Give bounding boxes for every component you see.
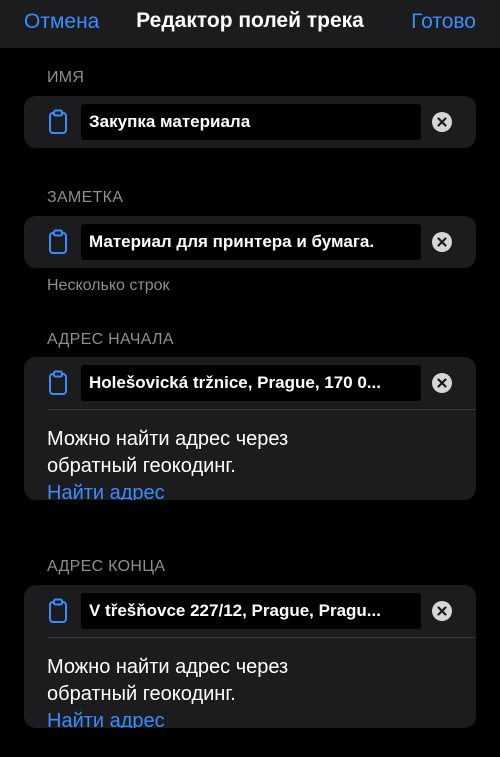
clear-icon[interactable] xyxy=(432,373,452,393)
name-card: Закупка материала xyxy=(24,96,476,148)
end-address-section-header: АДРЕС КОНЦА xyxy=(47,558,166,575)
name-field[interactable]: Закупка материала xyxy=(81,104,421,140)
start-address-section-header: АДРЕС НАЧАЛА xyxy=(47,331,174,348)
start-address-helper: Можно найти адрес через обратный геокоди… xyxy=(24,410,476,500)
clear-icon[interactable] xyxy=(432,232,452,252)
note-card: Материал для принтера и бумага. xyxy=(24,216,476,268)
clipboard-icon[interactable] xyxy=(48,109,68,135)
note-section-header: ЗАМЕТКА xyxy=(47,189,124,206)
clear-icon[interactable] xyxy=(432,112,452,132)
reverse-geocoding-hint: Можно найти адрес через обратный геокоди… xyxy=(47,428,289,477)
name-row: Закупка материала xyxy=(24,96,476,148)
clipboard-icon[interactable] xyxy=(48,598,68,624)
note-row: Материал для принтера и бумага. xyxy=(24,216,476,268)
find-address-link[interactable]: Найти адрес xyxy=(47,480,165,500)
end-address-field[interactable]: V třešňovce 227/12, Prague, Pragu... xyxy=(81,593,421,629)
navigation-bar: Отмена Редактор полей трека Готово xyxy=(0,0,500,48)
start-address-card: Holešovická tržnice, Prague, 170 0... Мо… xyxy=(24,357,476,500)
find-address-link[interactable]: Найти адрес xyxy=(47,708,165,728)
clipboard-icon[interactable] xyxy=(48,229,68,255)
note-footer: Несколько строк xyxy=(47,277,170,294)
reverse-geocoding-hint: Можно найти адрес через обратный геокоди… xyxy=(47,656,289,705)
done-button[interactable]: Готово xyxy=(411,10,476,34)
note-field[interactable]: Материал для принтера и бумага. xyxy=(81,224,421,260)
start-address-field[interactable]: Holešovická tržnice, Prague, 170 0... xyxy=(81,365,421,401)
name-section-header: ИМЯ xyxy=(47,69,85,86)
clipboard-icon[interactable] xyxy=(48,370,68,396)
clear-icon[interactable] xyxy=(432,601,452,621)
end-address-row: V třešňovce 227/12, Prague, Pragu... xyxy=(24,585,476,637)
end-address-card: V třešňovce 227/12, Prague, Pragu... Мож… xyxy=(24,585,476,728)
end-address-helper: Можно найти адрес через обратный геокоди… xyxy=(24,638,476,728)
start-address-row: Holešovická tržnice, Prague, 170 0... xyxy=(24,357,476,409)
